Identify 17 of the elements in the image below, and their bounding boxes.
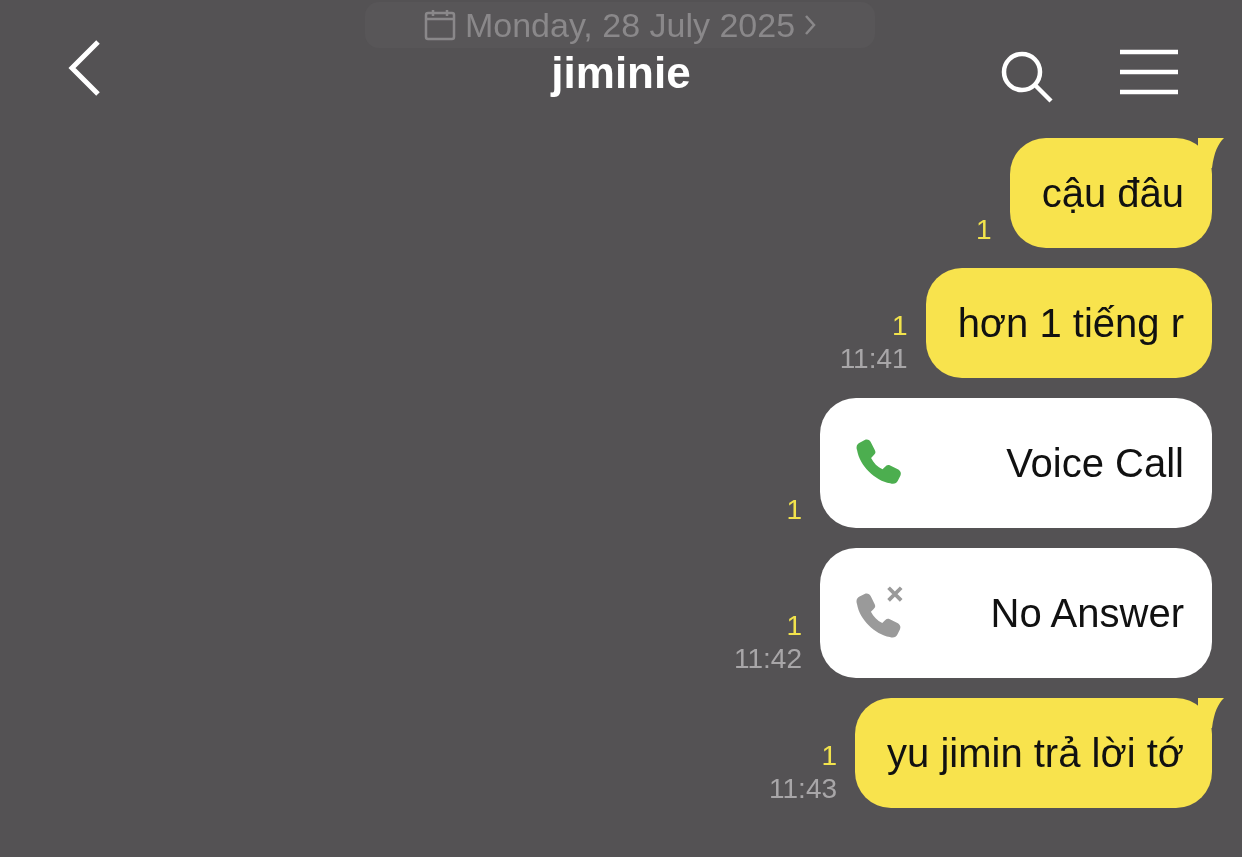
message-text: cậu đâu [1041, 170, 1184, 216]
message-time: 11:41 [839, 342, 908, 376]
chat-title: jiminie [551, 50, 691, 96]
call-status: Voice Call [1006, 440, 1184, 486]
unread-count: 1 [821, 740, 838, 772]
calendar-icon [422, 8, 457, 42]
message-text: yu jimin trả lời tớ [887, 730, 1184, 776]
message-time: 11:42 [734, 642, 802, 676]
unread-count: 1 [892, 310, 908, 342]
call-status: No Answer [990, 590, 1184, 636]
unread-count: 1 [786, 610, 802, 642]
unread-count: 1 [786, 494, 802, 526]
unread-count: 1 [976, 214, 992, 246]
chevron-right-icon [803, 13, 818, 37]
message-text: hơn 1 tiếng r [957, 300, 1184, 346]
back-button[interactable] [66, 40, 102, 96]
message-time: 11:43 [769, 772, 838, 806]
